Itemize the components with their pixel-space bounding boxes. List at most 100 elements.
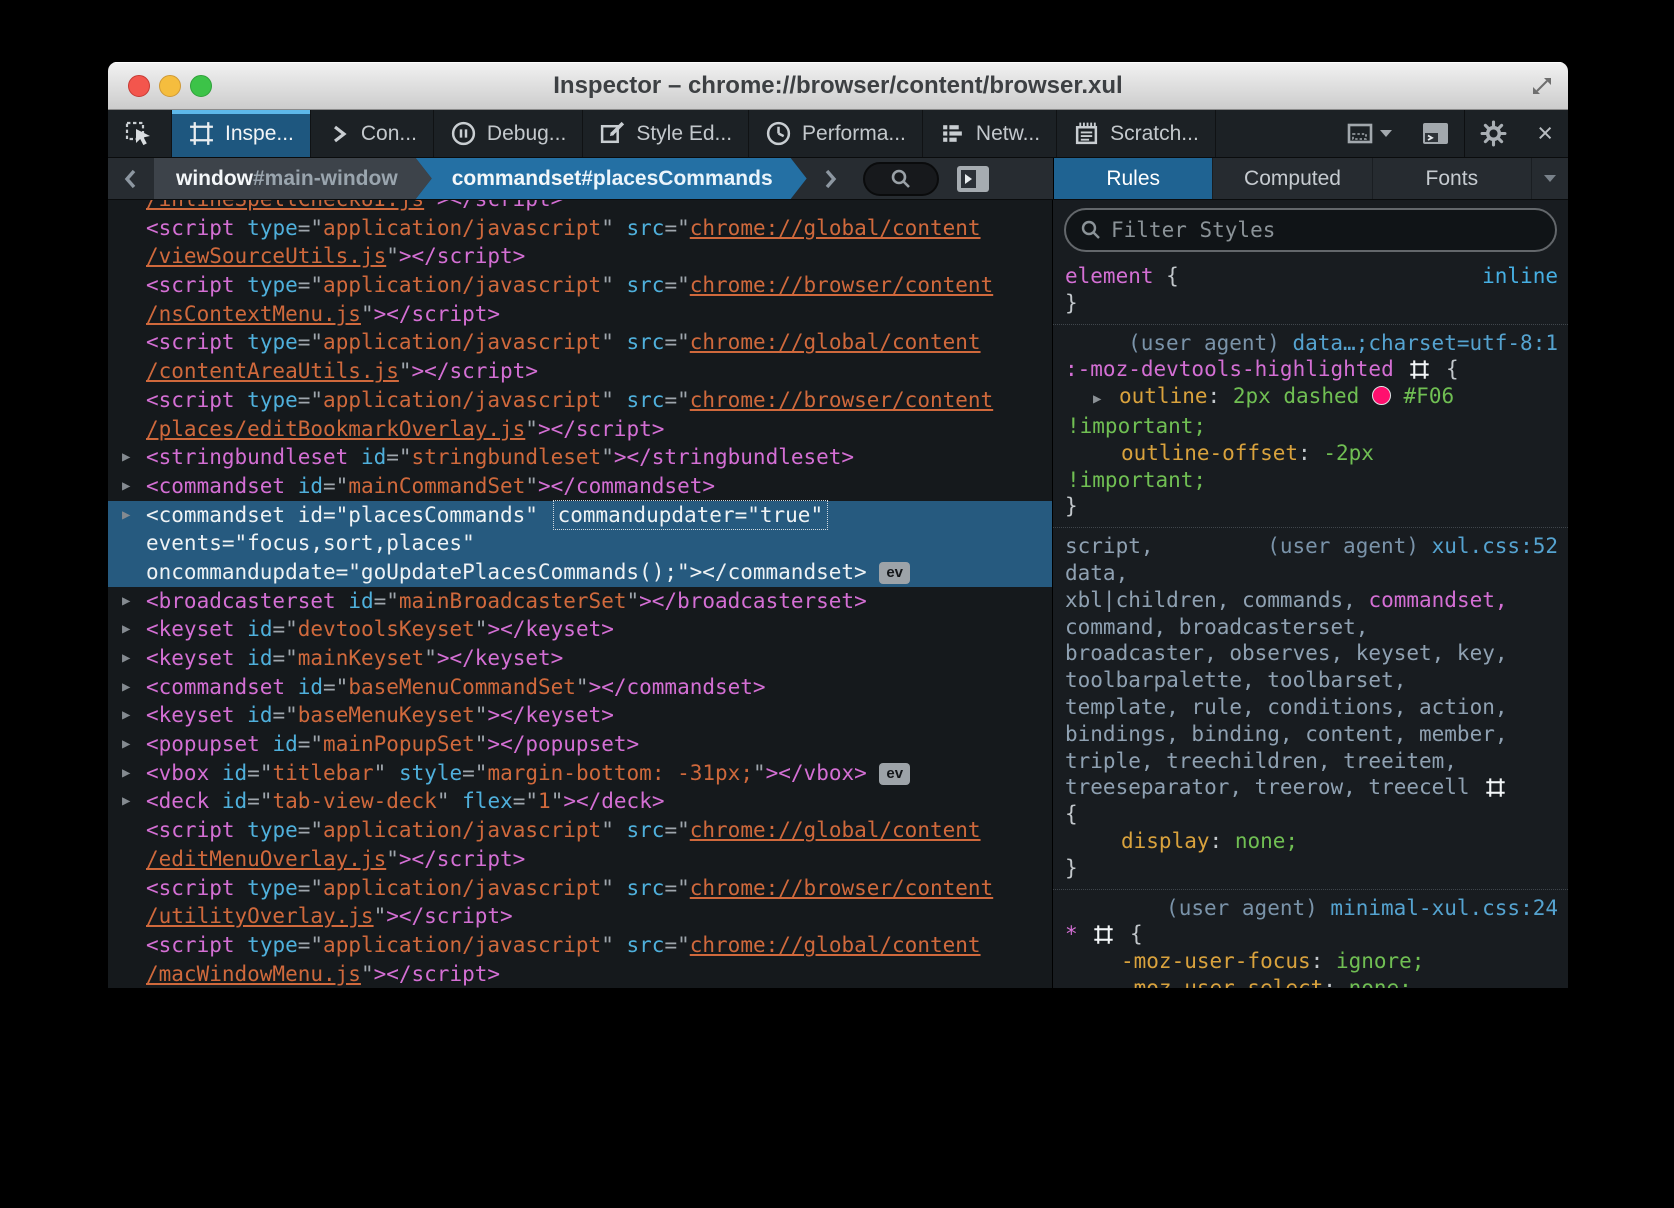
- rule-source-link[interactable]: (user agent) xul.css:52: [1267, 533, 1558, 560]
- breadcrumb-back-button[interactable]: [108, 158, 154, 199]
- rule-source-link[interactable]: (user agent) minimal-xul.css:24: [1166, 895, 1558, 922]
- expand-node-icon[interactable]: ▶: [122, 673, 146, 702]
- resource-link[interactable]: chrome://browser/content: [690, 273, 993, 297]
- tab-scratchpad[interactable]: Scratch...: [1057, 110, 1216, 157]
- highlighter-icon[interactable]: [1093, 924, 1114, 945]
- rule-line[interactable]: template, rule, conditions, action,: [1053, 694, 1568, 721]
- highlighter-icon[interactable]: [1409, 359, 1430, 380]
- resource-link[interactable]: /macWindowMenu.js: [146, 962, 361, 986]
- markup-line[interactable]: ▶<vbox id="titlebar" style="margin-botto…: [108, 759, 1052, 788]
- rule-line[interactable]: toolbarpalette, toolbarset,: [1053, 667, 1568, 694]
- markup-line[interactable]: /contentAreaUtils.js"></script>: [108, 357, 1052, 386]
- markup-line[interactable]: ▶<keyset id="baseMenuKeyset"></keyset>: [108, 701, 1052, 730]
- close-button[interactable]: ×: [1522, 110, 1568, 157]
- rule-line[interactable]: }: [1053, 290, 1568, 317]
- stylesheet-link[interactable]: data…;charset=utf-8:1: [1292, 331, 1558, 355]
- resource-link[interactable]: chrome://global/content: [690, 818, 981, 842]
- expand-node-icon[interactable]: ▶: [122, 587, 146, 616]
- breadcrumb-item-commandset[interactable]: commandset#placesCommands: [416, 158, 807, 199]
- tab-style-editor[interactable]: Style Ed...: [583, 110, 749, 157]
- markup-line[interactable]: <script type="application/javascript" sr…: [108, 874, 1052, 903]
- rule-line[interactable]: (user agent) minimal-xul.css:24: [1053, 895, 1568, 922]
- resource-link[interactable]: chrome://global/content: [690, 330, 981, 354]
- resource-link[interactable]: /viewSourceUtils.js: [146, 244, 386, 268]
- search-box-button[interactable]: [863, 162, 939, 196]
- tab-performance[interactable]: Performa...: [749, 110, 923, 157]
- rule-line[interactable]: xbl|children, commands, commandset,: [1053, 587, 1568, 614]
- resource-link[interactable]: /editMenuOverlay.js: [146, 847, 386, 871]
- rule-line[interactable]: bindings, binding, content, member,: [1053, 721, 1568, 748]
- expand-node-icon[interactable]: ▶: [122, 759, 146, 788]
- markup-line[interactable]: events="focus,sort,places": [108, 529, 1052, 558]
- resource-link[interactable]: chrome://browser/content: [690, 876, 993, 900]
- expand-node-icon[interactable]: ▶: [122, 701, 146, 730]
- breadcrumb-item-window[interactable]: window#main-window: [154, 158, 432, 199]
- markup-line[interactable]: ▶<keyset id="mainKeyset"></keyset>: [108, 644, 1052, 673]
- rule-line[interactable]: -moz-user-focus: ignore;: [1053, 948, 1568, 975]
- tab-fonts[interactable]: Fonts: [1373, 158, 1532, 199]
- rule-line[interactable]: ▶outline: 2px dashed #F06: [1053, 383, 1568, 413]
- markup-line[interactable]: /inlineSpellCheckUI.js"></script>: [108, 200, 1052, 214]
- markup-line[interactable]: /utilityOverlay.js"></script>: [108, 902, 1052, 931]
- resource-link[interactable]: chrome://browser/content: [690, 388, 993, 412]
- markup-line[interactable]: oncommandupdate="goUpdatePlacesCommands(…: [108, 558, 1052, 587]
- markup-line[interactable]: /viewSourceUtils.js"></script>: [108, 242, 1052, 271]
- expand-node-icon[interactable]: ▶: [122, 443, 146, 472]
- markup-line[interactable]: <script type="application/javascript" sr…: [108, 386, 1052, 415]
- resource-link[interactable]: /contentAreaUtils.js: [146, 359, 399, 383]
- color-swatch[interactable]: [1372, 386, 1391, 405]
- resource-link[interactable]: /utilityOverlay.js: [146, 904, 374, 928]
- breadcrumb-forward-button[interactable]: [807, 158, 853, 199]
- expand-declaration-icon[interactable]: ▶: [1093, 386, 1119, 413]
- tab-computed[interactable]: Computed: [1213, 158, 1372, 199]
- markup-line[interactable]: ▶<stringbundleset id="stringbundleset"><…: [108, 443, 1052, 472]
- rule-source-link[interactable]: (user agent) data…;charset=utf-8:1: [1128, 330, 1558, 357]
- rule-line[interactable]: element {inline: [1053, 263, 1568, 290]
- rule-line[interactable]: -moz-user-select: none;: [1053, 975, 1568, 988]
- markup-line[interactable]: <script type="application/javascript" sr…: [108, 931, 1052, 960]
- rule-line[interactable]: !important;: [1053, 413, 1568, 440]
- rule-line[interactable]: outline-offset: -2px: [1053, 440, 1568, 467]
- tab-rules[interactable]: Rules: [1054, 158, 1213, 199]
- resource-link[interactable]: chrome://global/content: [690, 216, 981, 240]
- event-badge[interactable]: ev: [879, 562, 910, 584]
- stylesheet-link[interactable]: xul.css:52: [1432, 534, 1558, 558]
- expand-node-icon[interactable]: ▶: [122, 787, 146, 816]
- window-titlebar[interactable]: Inspector – chrome://browser/content/bro…: [108, 62, 1568, 110]
- markup-line[interactable]: ▶<commandset id="baseMenuCommandSet"></c…: [108, 673, 1052, 702]
- rule-line[interactable]: }: [1053, 493, 1568, 520]
- dock-side-button[interactable]: [1332, 110, 1407, 157]
- markup-line[interactable]: ▶<keyset id="devtoolsKeyset"></keyset>: [108, 615, 1052, 644]
- expand-node-icon[interactable]: ▶: [122, 501, 146, 530]
- rule-line[interactable]: {: [1053, 801, 1568, 828]
- markup-line[interactable]: <script type="application/javascript" sr…: [108, 214, 1052, 243]
- split-console-button[interactable]: [1407, 110, 1464, 157]
- event-badge[interactable]: ev: [879, 763, 910, 785]
- pick-element-button[interactable]: [108, 110, 172, 157]
- rule-line[interactable]: triple, treechildren, treeitem,: [1053, 748, 1568, 775]
- rule-line[interactable]: !important;: [1053, 467, 1568, 494]
- markup-line[interactable]: ▶<commandset id="placesCommands" command…: [108, 501, 1052, 530]
- expand-node-icon[interactable]: ▶: [122, 730, 146, 759]
- rule-line[interactable]: treeseparator, treerow, treecell: [1053, 774, 1568, 801]
- filter-styles-input[interactable]: Filter Styles: [1064, 208, 1557, 252]
- expand-node-icon[interactable]: ▶: [122, 615, 146, 644]
- markup-line[interactable]: <script type="application/javascript" sr…: [108, 816, 1052, 845]
- tab-network[interactable]: Netw...: [923, 110, 1057, 157]
- rule-line[interactable]: :-moz-devtools-highlighted {: [1053, 356, 1568, 383]
- sidebar-tabs-dropdown[interactable]: [1532, 158, 1568, 199]
- rule-line[interactable]: data,: [1053, 560, 1568, 587]
- markup-line[interactable]: ▶<deck id="tab-view-deck" flex="1"></dec…: [108, 787, 1052, 816]
- inline-style-link[interactable]: inline: [1482, 264, 1558, 288]
- rule-line[interactable]: broadcaster, observes, keyset, key,: [1053, 640, 1568, 667]
- rule-line[interactable]: }: [1053, 855, 1568, 882]
- markup-line[interactable]: ▶<broadcasterset id="mainBroadcasterSet"…: [108, 587, 1052, 616]
- expand-node-icon[interactable]: ▶: [122, 644, 146, 673]
- resource-link[interactable]: /places/editBookmarkOverlay.js: [146, 417, 525, 441]
- markup-line[interactable]: ▶<commandset id="mainCommandSet"></comma…: [108, 472, 1052, 501]
- tab-console[interactable]: Con...: [311, 110, 434, 157]
- rule-line[interactable]: (user agent) data…;charset=utf-8:1: [1053, 330, 1568, 357]
- tab-debugger[interactable]: Debug...: [434, 110, 583, 157]
- markup-line[interactable]: /nsContextMenu.js"></script>: [108, 300, 1052, 329]
- markup-line[interactable]: ▶<popupset id="mainPopupSet"></popupset>: [108, 730, 1052, 759]
